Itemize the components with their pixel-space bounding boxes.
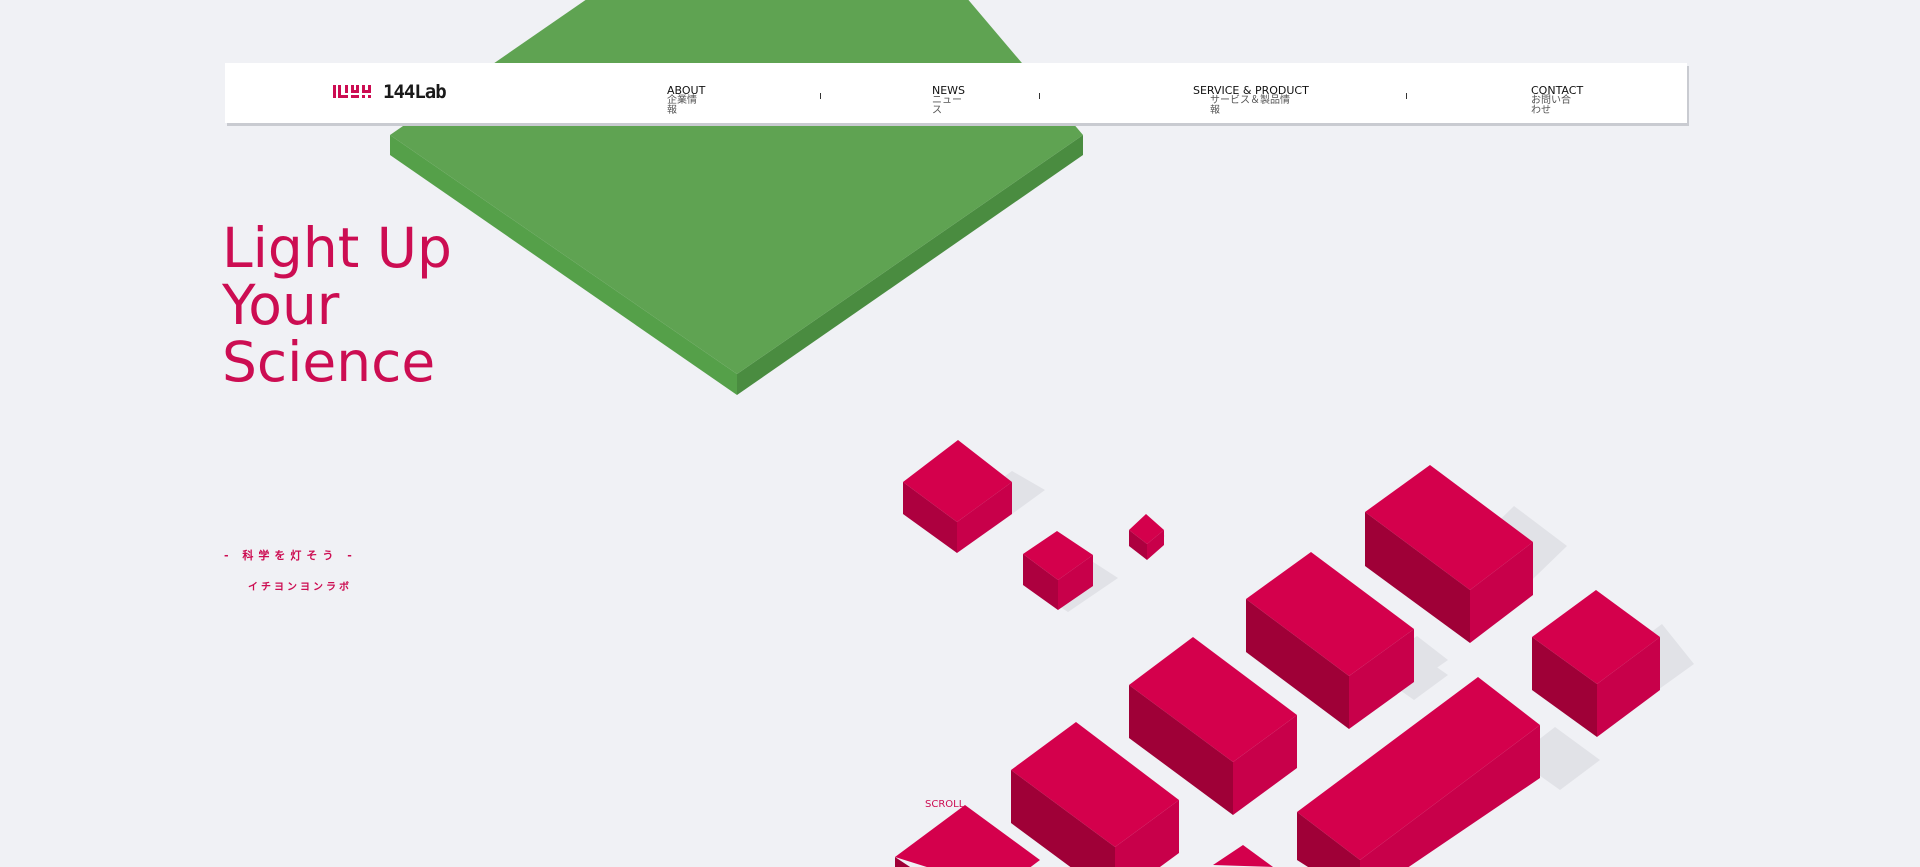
hero-title-line: Light Up <box>222 216 452 280</box>
scroll-indicator[interactable]: SCROLL <box>925 799 964 810</box>
site-header: 144Lab ABOUT 企業情報 NEWS ニュース SERVICE & PR… <box>225 63 1687 123</box>
green-slab <box>390 0 1083 395</box>
nav-separator <box>1406 93 1407 99</box>
cube-11 <box>1213 845 1273 867</box>
hero-background-illustration <box>390 0 1694 867</box>
site-logo[interactable]: 144Lab <box>333 81 455 103</box>
nav-item-service-product[interactable]: SERVICE & PRODUCT サービス＆製品情報 <box>1193 85 1313 116</box>
cube-3 <box>1129 514 1164 560</box>
nav-label-jp: 企業情報 <box>667 95 697 116</box>
hero-tagline: - 科学を灯そう - <box>224 549 357 562</box>
logo-mark-icon <box>333 85 371 98</box>
nav-separator <box>820 93 821 99</box>
nav-separator <box>1039 93 1040 99</box>
nav-label-jp: お問い合わせ <box>1531 95 1571 116</box>
cube-5 <box>1532 590 1660 737</box>
logo-text: 144Lab <box>383 81 447 103</box>
hero-title-line: Your <box>222 273 340 337</box>
nav-item-contact[interactable]: CONTACT お問い合わせ <box>1531 85 1587 116</box>
nav-item-news[interactable]: NEWS ニュース <box>932 85 966 116</box>
nav-label-jp: サービス＆製品情報 <box>1210 95 1290 116</box>
hero-title: Light Up Your Science <box>222 220 452 391</box>
nav-label-jp: ニュース <box>932 95 962 116</box>
hero-tagline-kana: イチヨンヨンラボ <box>248 582 352 593</box>
nav-item-about[interactable]: ABOUT 企業情報 <box>667 85 707 116</box>
hero-title-line: Science <box>222 330 436 394</box>
cube-1 <box>903 440 1012 553</box>
